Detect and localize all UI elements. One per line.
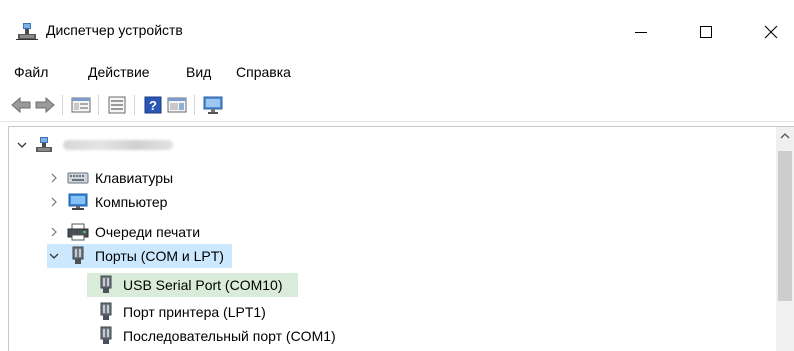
tree-node-label: Порты (COM и LPT): [95, 248, 224, 264]
maximize-icon: [700, 26, 712, 38]
menu-view[interactable]: Вид: [186, 64, 211, 80]
chevron-right-icon[interactable]: [47, 166, 61, 190]
toolbar-separator: [194, 95, 195, 115]
scan-hardware-button[interactable]: [202, 94, 224, 116]
minimize-button[interactable]: [618, 12, 664, 52]
close-button[interactable]: [748, 12, 794, 52]
chevron-up-icon: [780, 133, 790, 139]
chevron-down-icon[interactable]: [15, 133, 29, 157]
properties-button[interactable]: [106, 94, 128, 116]
port-icon: [95, 325, 117, 347]
printer-icon: [67, 221, 89, 243]
scan-hardware-icon: [203, 96, 223, 114]
device-tree[interactable]: Клавиатуры Компьютер Очереди печати Порт…: [8, 126, 776, 351]
tree-node-serial-port[interactable]: Последовательный порт (COM1): [87, 324, 336, 348]
tree-node-label: Клавиатуры: [95, 170, 174, 186]
tree-node-label: USB Serial Port (COM10): [123, 277, 283, 293]
toolbar: ?: [0, 88, 794, 122]
chevron-right-icon[interactable]: [47, 220, 61, 244]
back-button[interactable]: [10, 94, 32, 116]
tree-node-keyboards[interactable]: Клавиатуры: [47, 166, 173, 190]
toolbar-separator: [62, 95, 63, 115]
port-icon: [95, 301, 117, 323]
menu-bar: Файл Действие Вид Справка: [0, 60, 794, 86]
forward-arrow-icon: [35, 96, 55, 114]
computer-icon: [67, 191, 89, 213]
toolbar-separator: [134, 95, 135, 115]
minimize-icon: [635, 32, 647, 33]
port-icon: [67, 245, 89, 267]
tree-node-print-queues[interactable]: Очереди печати: [47, 220, 200, 244]
tree-node-label: Последовательный порт (COM1): [123, 328, 336, 344]
properties-icon: [108, 96, 126, 114]
menu-action[interactable]: Действие: [88, 64, 150, 80]
scroll-up-button[interactable]: [776, 127, 794, 145]
action-pane-icon: [167, 97, 187, 113]
title-bar: Диспетчер устройств: [0, 0, 794, 60]
chevron-down-icon[interactable]: [47, 244, 61, 268]
toolbar-separator: [98, 95, 99, 115]
help-button[interactable]: ?: [142, 94, 164, 116]
tree-node-printer-port[interactable]: Порт принтера (LPT1): [87, 300, 266, 324]
window-title: Диспетчер устройств: [46, 22, 183, 38]
port-icon: [95, 274, 117, 296]
show-hide-tree-icon: [71, 97, 91, 113]
menu-file[interactable]: Файл: [14, 64, 48, 80]
blurred-computer-name: [63, 140, 173, 150]
close-icon: [764, 25, 778, 39]
show-hide-tree-button[interactable]: [70, 94, 92, 116]
tree-node-label: Очереди печати: [95, 224, 201, 240]
tree-root[interactable]: [15, 133, 173, 157]
computer-root-icon: [33, 134, 55, 156]
vertical-scrollbar[interactable]: [776, 126, 794, 351]
svg-text:?: ?: [149, 98, 157, 113]
tree-node-usb-serial-port[interactable]: USB Serial Port (COM10): [87, 273, 299, 297]
tree-node-label: Компьютер: [95, 194, 168, 210]
maximize-button[interactable]: [683, 12, 729, 52]
help-icon: ?: [144, 96, 162, 114]
back-arrow-icon: [11, 96, 31, 114]
device-manager-icon: [14, 21, 40, 41]
chevron-right-icon[interactable]: [47, 190, 61, 214]
tree-node-computer[interactable]: Компьютер: [47, 190, 167, 214]
keyboard-icon: [67, 167, 89, 189]
scroll-thumb[interactable]: [778, 151, 792, 301]
menu-help[interactable]: Справка: [236, 64, 291, 80]
forward-button[interactable]: [34, 94, 56, 116]
tree-node-ports[interactable]: Порты (COM и LPT): [47, 244, 232, 268]
action-pane-button[interactable]: [166, 94, 188, 116]
tree-node-label: Порт принтера (LPT1): [123, 304, 266, 320]
